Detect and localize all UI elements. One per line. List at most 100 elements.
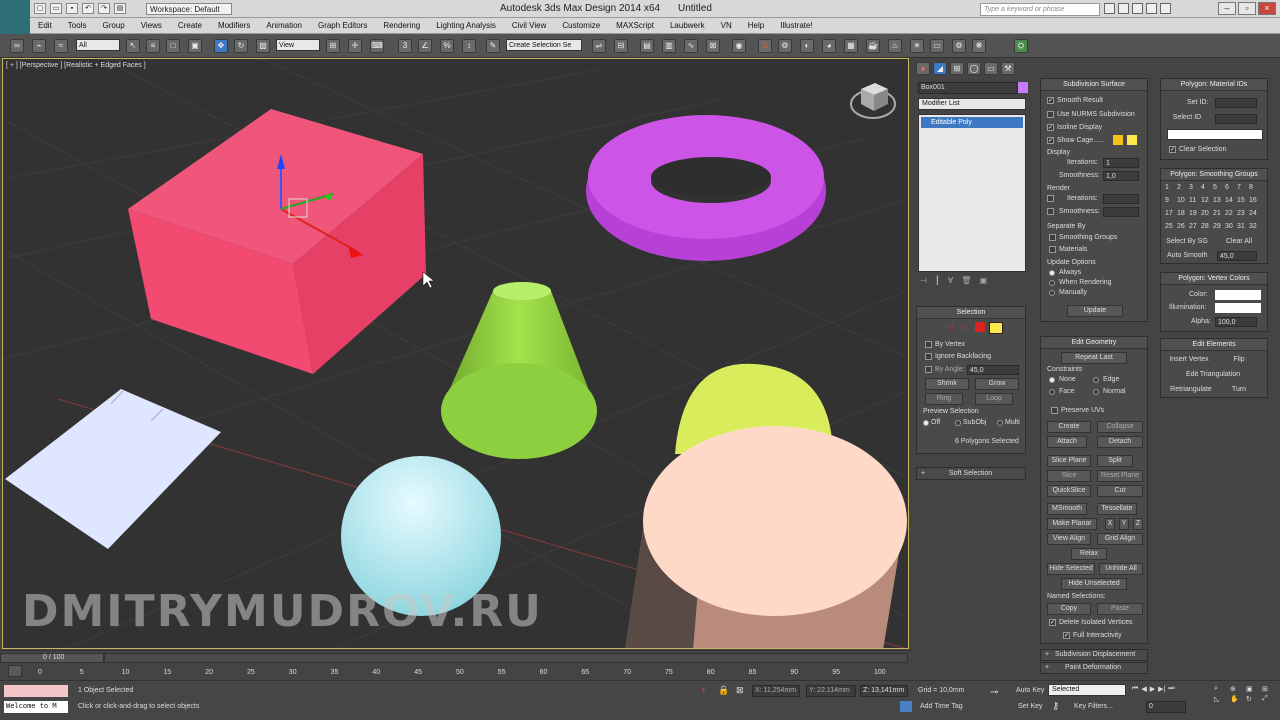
script-icon[interactable]: ❋ (972, 39, 986, 53)
smoothing-group-14[interactable]: 14 (1225, 197, 1233, 204)
manually-radio[interactable] (1049, 290, 1055, 296)
trackbar-toggle-icon[interactable] (8, 665, 22, 677)
smoothing-group-10[interactable]: 10 (1177, 197, 1185, 204)
maxscript-listener-mini[interactable] (4, 685, 68, 697)
maximize-viewport-icon[interactable]: ⤢ (1262, 695, 1276, 703)
time-slider[interactable]: 0 / 100 (0, 653, 104, 663)
maximize-button[interactable]: ▫ (1238, 2, 1256, 15)
select-rotate-icon[interactable]: ↻ (234, 39, 248, 53)
material-name-dropdown[interactable] (1167, 129, 1263, 140)
zoom-icon[interactable]: ⌕ (1214, 685, 1228, 693)
smoothing-group-8[interactable]: 8 (1249, 184, 1253, 191)
clear-all-button[interactable]: Clear All (1217, 237, 1261, 249)
menu-help[interactable]: Help (740, 18, 772, 33)
select-manipulate-icon[interactable]: ✛ (348, 39, 362, 53)
smoothing-group-6[interactable]: 6 (1225, 184, 1229, 191)
full-interactivity-checkbox[interactable]: ✓ (1063, 632, 1070, 639)
paint-deformation-rollout[interactable]: + Paint Deformation (1040, 662, 1148, 674)
select-by-sg-button[interactable]: Select By SG (1165, 237, 1209, 249)
smooth-result-checkbox[interactable]: ✓ (1047, 97, 1054, 104)
key-mode-icon[interactable]: ⊸ (990, 687, 998, 698)
lock-icon[interactable]: 🔒 (718, 685, 729, 696)
render-production-icon[interactable]: ▦ (844, 39, 858, 53)
smoothing-group-25[interactable]: 25 (1165, 223, 1173, 230)
modifier-list-dropdown[interactable]: Modifier List (918, 98, 1026, 110)
slice-button[interactable]: Slice (1047, 470, 1091, 482)
smoothing-group-5[interactable]: 5 (1213, 184, 1217, 191)
grow-button[interactable]: Grow (975, 378, 1019, 390)
render-icon[interactable]: ◕ (822, 39, 836, 53)
save-icon[interactable]: ▪ (66, 3, 78, 14)
curve-editor-icon[interactable]: ∿ (684, 39, 698, 53)
next-frame-icon[interactable]: ▶| (1158, 685, 1165, 693)
unhide-all-button[interactable]: Unhide All (1099, 563, 1143, 575)
x-coordinate[interactable]: X: 11,254mm (752, 685, 800, 697)
border-level-icon[interactable]: ◇ (961, 322, 971, 332)
smoothing-group-31[interactable]: 31 (1237, 223, 1245, 230)
remove-modifier-icon[interactable]: 🗑 (961, 276, 971, 285)
link-icon[interactable]: ∞ (10, 39, 24, 53)
collapse-button[interactable]: Collapse (1097, 421, 1143, 433)
smoothing-group-2[interactable]: 2 (1177, 184, 1181, 191)
purple-torus[interactable] (586, 115, 826, 261)
y-coordinate[interactable]: Y: 22,114mm (806, 685, 856, 697)
project-icon[interactable]: ▤ (114, 3, 126, 14)
attach-button[interactable]: Attach (1047, 436, 1087, 448)
menu-tools[interactable]: Tools (60, 18, 95, 33)
smoothing-group-21[interactable]: 21 (1213, 210, 1221, 217)
select-scale-icon[interactable]: ▧ (256, 39, 270, 53)
teapot-icon[interactable]: ☕ (866, 39, 880, 53)
reference-coordinate-dropdown[interactable]: View (276, 39, 320, 51)
smoothing-group-20[interactable]: 20 (1201, 210, 1209, 217)
motion-tab-icon[interactable]: ◯ (967, 62, 981, 75)
menu-edit[interactable]: Edit (30, 18, 60, 33)
update-button[interactable]: Update (1067, 305, 1123, 317)
settings-icon[interactable]: ⚙ (952, 39, 966, 53)
zoom-all-icon[interactable]: ⊕ (1230, 685, 1244, 693)
retriangulate-button[interactable]: Retriangulate (1165, 385, 1217, 397)
vertex-level-icon[interactable]: ∴ (933, 322, 943, 332)
hierarchy-tab-icon[interactable]: ⊞ (950, 62, 964, 75)
menu-group[interactable]: Group (94, 18, 132, 33)
render-iterations-spinner[interactable] (1103, 194, 1139, 204)
msmooth-button[interactable]: MSmooth (1047, 503, 1087, 515)
close-button[interactable]: × (1258, 2, 1276, 15)
pivot-center-icon[interactable]: ⊞ (326, 39, 340, 53)
menu-views[interactable]: Views (133, 18, 170, 33)
relax-button[interactable]: Relax (1071, 548, 1107, 560)
tools-icon[interactable] (1118, 3, 1129, 14)
make-planar-button[interactable]: Make Planar (1047, 518, 1097, 530)
constraint-face-radio[interactable] (1049, 389, 1055, 395)
activeshade-icon[interactable]: ☀ (910, 39, 924, 53)
help-icon[interactable] (1160, 3, 1171, 14)
add-time-tag[interactable]: Add Time Tag (920, 703, 963, 710)
select-id-button[interactable]: Select ID (1165, 113, 1209, 125)
show-cage-checkbox[interactable]: ✓ (1047, 137, 1054, 144)
menu-animation[interactable]: Animation (258, 18, 310, 33)
copy-button[interactable]: Copy (1047, 603, 1091, 615)
key-selection-dropdown[interactable]: Selected (1048, 684, 1126, 696)
environment-icon[interactable]: ▭ (930, 39, 944, 53)
cut-button[interactable]: Cut (1097, 485, 1143, 497)
select-by-name-icon[interactable]: ≡ (146, 39, 160, 53)
create-button[interactable]: Create (1047, 421, 1091, 433)
render-setup-icon[interactable]: ⚙ (778, 39, 792, 53)
select-move-icon[interactable]: ✥ (214, 39, 228, 53)
spinner-snap-icon[interactable]: ↕ (462, 39, 476, 53)
viewport-label[interactable]: [ + ] [Perspective ] [Realistic + Edged … (6, 62, 146, 69)
edge-level-icon[interactable]: ◁ (947, 322, 957, 332)
smoothing-group-27[interactable]: 27 (1189, 223, 1197, 230)
planar-z-button[interactable]: Z (1133, 518, 1143, 530)
menu-customize[interactable]: Customize (554, 18, 608, 33)
nurms-checkbox[interactable] (1047, 111, 1054, 118)
new-icon[interactable]: ▢ (34, 3, 46, 14)
stack-item-editable-poly[interactable]: Editable Poly (921, 117, 1023, 128)
zoom-extents-icon[interactable]: ▣ (1246, 685, 1260, 693)
percent-snap-icon[interactable]: % (440, 39, 454, 53)
ring-button[interactable]: Ring (925, 393, 963, 405)
smoothing-groups-checkbox[interactable] (1049, 234, 1056, 241)
timeline-ruler[interactable]: 0 5 10 15 20 25 30 35 40 45 50 55 60 65 70 75 80 85 90 95 10… (38, 665, 908, 681)
soft-selection-rollout[interactable]: + Soft Selection (916, 467, 1026, 480)
object-name-field[interactable]: Box001 (918, 82, 1018, 94)
slice-plane-button[interactable]: Slice Plane (1047, 455, 1091, 467)
